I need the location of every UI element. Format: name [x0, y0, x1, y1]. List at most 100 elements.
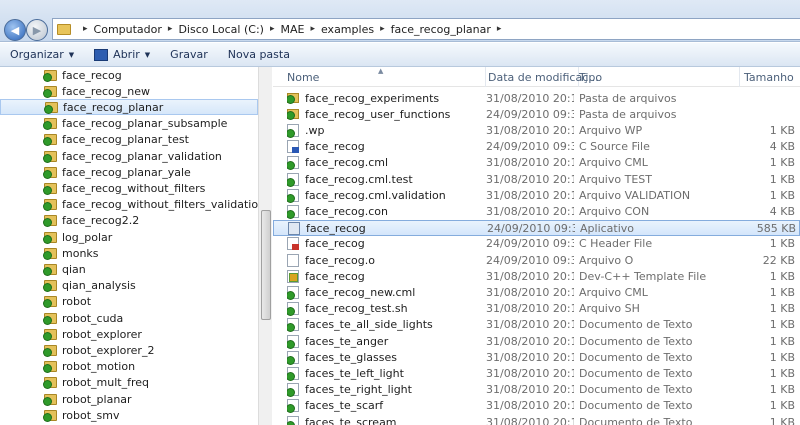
nav-item[interactable]: qian — [0, 261, 258, 277]
file-name-cell: face_recog_new.cml — [287, 284, 483, 300]
file-name-cell: face_recog — [287, 139, 483, 155]
nav-item[interactable]: robot_explorer_2 — [0, 342, 258, 358]
nav-item[interactable]: face_recog — [0, 67, 258, 83]
folder-icon — [43, 263, 57, 276]
column-date[interactable]: Data de modificaç... — [486, 67, 599, 87]
nav-item[interactable]: face_recog_planar_test — [0, 132, 258, 148]
scrollbar-thumb[interactable] — [261, 210, 271, 320]
file-row[interactable]: face_recog.cml.test 31/08/2010 20:11 Arqui… — [273, 171, 800, 187]
nav-item[interactable]: face_recog_without_filters_validation — [0, 197, 258, 213]
exe-file-icon — [288, 222, 300, 236]
nav-item[interactable]: face_recog_without_filters — [0, 180, 258, 196]
chevron-right-icon[interactable]: ▸ — [310, 24, 315, 34]
folder-icon — [43, 166, 57, 179]
file-type: Dev-C++ Template File — [579, 269, 707, 283]
open-button[interactable]: Abrir ▼ — [84, 44, 160, 66]
file-row[interactable]: face_recog 24/09/2010 09:32 C Source File 4… — [273, 139, 800, 155]
column-name[interactable]: Nome — [273, 67, 486, 87]
file-row[interactable]: face_recog.cml.validation 31/08/2010 20:1… — [273, 187, 800, 203]
file-size: 1 KB — [769, 188, 795, 202]
nav-item[interactable]: robot_mult_freq — [0, 375, 258, 391]
breadcrumb-mae[interactable]: MAE — [280, 23, 304, 36]
file-name-cell: face_recog — [288, 221, 484, 237]
column-size[interactable]: Tamanho — [740, 67, 800, 87]
file-row[interactable]: face_recog 24/09/2010 09:32 C Header File 1… — [273, 236, 800, 252]
new-folder-label: Nova pasta — [227, 48, 290, 61]
nav-item[interactable]: robot_explorer — [0, 326, 258, 342]
file-name: .wp — [305, 123, 325, 137]
file-row[interactable]: face_recog.con 31/08/2010 20:11 Arquivo CO… — [273, 203, 800, 219]
nav-item[interactable]: monks — [0, 245, 258, 261]
file-name-cell: face_recog.cml.validation — [287, 187, 483, 203]
nav-item[interactable]: face_recog_new — [0, 83, 258, 99]
folder-icon — [43, 344, 57, 357]
breadcrumb[interactable]: ▸ Computador ▸ Disco Local (C:) ▸ MAE ▸ … — [52, 18, 800, 40]
file-row[interactable]: face_recog_new.cml 31/08/2010 20:11 Arquiv… — [273, 284, 800, 300]
nav-item[interactable]: robot_cuda — [0, 310, 258, 326]
file-row[interactable]: face_recog 31/08/2010 20:11 Dev-C++ Templa… — [273, 268, 800, 284]
organize-button[interactable]: Organizar ▼ — [0, 44, 84, 66]
folder-icon — [43, 409, 57, 422]
file-row[interactable]: faces_te_scream 31/08/2010 20:11 Documento… — [273, 414, 800, 425]
file-name-cell: face_recog.con — [287, 203, 483, 219]
chevron-right-icon[interactable]: ▸ — [83, 24, 88, 34]
file-size — [743, 90, 795, 106]
file-row[interactable]: .wp 31/08/2010 20:11 Arquivo WP 1 KB — [273, 122, 800, 138]
file-row[interactable]: faces_te_anger 31/08/2010 20:11 Documento … — [273, 333, 800, 349]
folder-file-icon — [287, 109, 299, 121]
column-type[interactable]: Tipo — [579, 67, 740, 87]
file-row[interactable]: face_recog_test.sh 31/08/2010 20:11 Arquiv… — [273, 301, 800, 317]
file-row[interactable]: faces_te_right_light 31/08/2010 20:11 Docu… — [273, 382, 800, 398]
file-name: faces_te_left_light — [305, 366, 404, 380]
nav-item[interactable]: robot_smv — [0, 407, 258, 423]
breadcrumb-computer[interactable]: Computador — [94, 23, 162, 36]
file-name: face_recog — [305, 269, 365, 283]
chevron-right-icon[interactable]: ▸ — [270, 24, 275, 34]
plain-file-icon — [287, 253, 299, 267]
file-size: 1 KB — [769, 302, 795, 316]
chevron-right-icon[interactable]: ▸ — [497, 24, 502, 34]
back-button[interactable]: ◀ — [4, 19, 26, 41]
breadcrumb-examples[interactable]: examples — [321, 23, 374, 36]
file-row[interactable]: face_recog 24/09/2010 09:32 Aplicativo 585 … — [273, 219, 800, 237]
file-size: 1 KB — [769, 383, 795, 397]
nav-item[interactable]: robot_motion — [0, 359, 258, 375]
file-date: 31/08/2010 20:11 — [486, 188, 574, 202]
file-row[interactable]: faces_te_scarf 31/08/2010 20:11 Documento … — [273, 398, 800, 414]
file-name-cell: faces_te_right_light — [287, 382, 483, 398]
nav-item[interactable]: qian_analysis — [0, 278, 258, 294]
nav-item-label: face_recog_planar — [63, 100, 164, 114]
breadcrumb-local-disk[interactable]: Disco Local (C:) — [178, 23, 264, 36]
file-date: 31/08/2010 20:11 — [486, 366, 574, 380]
file-row[interactable]: face_recog.cml 31/08/2010 20:11 Arquivo CM… — [273, 155, 800, 171]
file-row[interactable]: faces_te_glasses 31/08/2010 20:11 Document… — [273, 349, 800, 365]
file-row[interactable]: face_recog_experiments 31/08/2010 20:11 Pa… — [273, 90, 800, 106]
nav-item-label: face_recog — [62, 68, 122, 82]
nav-item[interactable]: robot — [0, 294, 258, 310]
chevron-right-icon[interactable]: ▸ — [168, 24, 173, 34]
nav-item[interactable]: face_recog2.2 — [0, 213, 258, 229]
chevron-right-icon[interactable]: ▸ — [380, 24, 385, 34]
file-name-cell: faces_te_scarf — [287, 398, 483, 414]
file-row[interactable]: faces_te_left_light 31/08/2010 20:11 Docum… — [273, 365, 800, 381]
nav-item[interactable]: face_recog_planar_yale — [0, 164, 258, 180]
file-date: 24/09/2010 09:32 — [486, 237, 574, 251]
file-row[interactable]: face_recog_user_functions 24/09/2010 09:3… — [273, 106, 800, 122]
folder-icon — [43, 296, 57, 309]
file-size: 1 KB — [769, 285, 795, 299]
file-name: face_recog_new.cml — [305, 285, 416, 299]
file-name: faces_te_anger — [305, 334, 389, 348]
nav-item[interactable]: face_recog_planar_subsample — [0, 116, 258, 132]
new-folder-button[interactable]: Nova pasta — [218, 44, 300, 66]
burn-button[interactable]: Gravar — [160, 44, 218, 66]
nav-item[interactable]: robot_planar — [0, 391, 258, 407]
breadcrumb-face-recog-planar[interactable]: face_recog_planar — [391, 23, 491, 36]
nav-item[interactable]: log_polar — [0, 229, 258, 245]
file-row[interactable]: faces_te_all_side_lights 31/08/2010 20:11… — [273, 317, 800, 333]
command-bar: Organizar ▼ Abrir ▼ Gravar Nova pasta — [0, 43, 800, 67]
forward-button[interactable]: ▶ — [26, 19, 48, 41]
nav-item[interactable]: face_recog_planar — [0, 99, 258, 116]
nav-item[interactable]: face_recog_planar_validation — [0, 148, 258, 164]
file-row[interactable]: face_recog.o 24/09/2010 09:32 Arquivo O 22 … — [273, 252, 800, 268]
navigation-scrollbar[interactable] — [258, 67, 272, 425]
